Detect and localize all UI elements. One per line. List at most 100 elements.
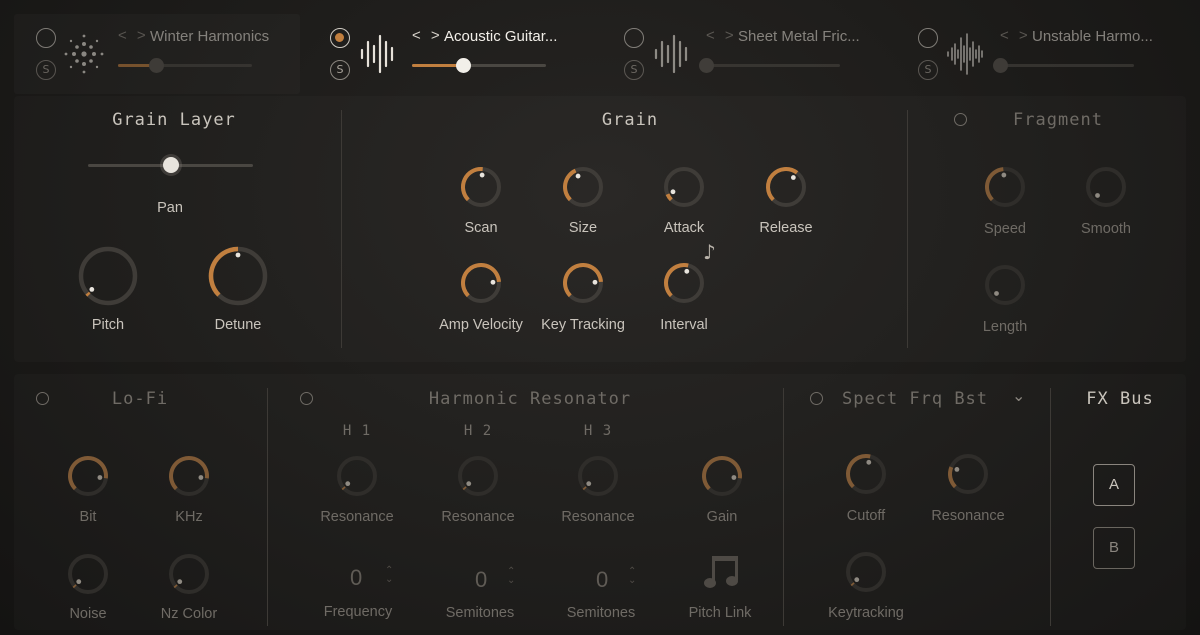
- preset-nav-arrows[interactable]: < >: [412, 27, 443, 44]
- h3-resonance-knob[interactable]: [572, 450, 624, 507]
- slider-thumb[interactable]: [455, 58, 471, 73]
- h3-header: H 3: [583, 423, 613, 439]
- gain-knob[interactable]: [696, 450, 748, 507]
- frequency-stepper[interactable]: ⌃ ⌄: [385, 566, 393, 585]
- music-note-icon[interactable]: ♪: [703, 240, 716, 264]
- length-knob[interactable]: [979, 259, 1031, 316]
- h2-resonance-knob[interactable]: [452, 450, 504, 507]
- speed-knob[interactable]: [979, 161, 1031, 218]
- knob-indicator: [994, 291, 999, 296]
- bit-knob[interactable]: [62, 450, 114, 507]
- fragment-power-toggle[interactable]: [954, 113, 967, 126]
- h1-resonance-label: Resonance: [320, 509, 394, 525]
- key-tracking-knob[interactable]: [557, 257, 609, 314]
- h3-semitones-stepper[interactable]: ⌃ ⌄: [628, 567, 636, 586]
- knob-indicator: [89, 286, 95, 292]
- knob-value-arc: [702, 456, 742, 491]
- knob-value-arc: [208, 246, 239, 297]
- amp-velocity-knob[interactable]: [455, 257, 507, 314]
- snowflake-dots-icon: [64, 34, 104, 74]
- h1-resonance-knob[interactable]: [331, 450, 383, 507]
- knob-value-arc: [563, 168, 577, 202]
- frequency-value[interactable]: 0: [350, 565, 362, 591]
- level-slider[interactable]: [412, 58, 546, 73]
- preset-nav-arrows[interactable]: < >: [118, 27, 149, 44]
- layer-slot-2[interactable]: S < > Acoustic Guitar...: [308, 14, 594, 94]
- layer-slot-4[interactable]: S < > Unstable Harmo...: [896, 14, 1182, 94]
- solo-button[interactable]: S: [36, 60, 56, 80]
- knob-track: [337, 456, 377, 496]
- knob-track: [948, 454, 988, 494]
- knob-track: [664, 167, 704, 207]
- attack-knob[interactable]: [658, 161, 710, 218]
- power-toggle[interactable]: [36, 28, 56, 48]
- solo-button[interactable]: S: [624, 60, 644, 80]
- solo-button[interactable]: S: [330, 60, 350, 80]
- knob-value-arc: [582, 486, 587, 491]
- knob-indicator: [586, 481, 592, 487]
- grain-layer-title: Grain Layer: [112, 110, 236, 130]
- knob-indicator: [479, 172, 485, 178]
- grain-title: Grain: [601, 110, 659, 130]
- resonator-power-toggle[interactable]: [300, 392, 313, 405]
- preset-nav-arrows[interactable]: < >: [706, 27, 737, 44]
- knob-indicator: [235, 252, 241, 258]
- scan-knob[interactable]: [455, 161, 507, 218]
- keytracking-knob[interactable]: [840, 546, 892, 603]
- noisy-waveform-icon: [947, 33, 983, 75]
- lofi-title: Lo-Fi: [111, 389, 169, 409]
- release-knob[interactable]: [760, 161, 812, 218]
- knob-value-arc: [461, 167, 483, 202]
- cutoff-knob[interactable]: [840, 448, 892, 505]
- pan-slider[interactable]: [88, 157, 253, 173]
- knob-indicator: [1001, 172, 1007, 178]
- level-slider[interactable]: [118, 58, 252, 73]
- power-toggle[interactable]: [624, 28, 644, 48]
- h2-semitones-label: Semitones: [445, 605, 515, 621]
- pitch-link-icon[interactable]: [702, 552, 742, 592]
- h2-semitones-value[interactable]: 0: [475, 567, 487, 593]
- spect-power-toggle[interactable]: [810, 392, 823, 405]
- layer-slot-3[interactable]: S < > Sheet Metal Fric...: [602, 14, 888, 94]
- knob-indicator: [684, 268, 690, 274]
- khz-knob[interactable]: [163, 450, 215, 507]
- khz-label: KHz: [175, 509, 203, 525]
- h2-semitones-stepper[interactable]: ⌃ ⌄: [507, 567, 515, 586]
- level-slider[interactable]: [993, 58, 1134, 73]
- layer-slot-1[interactable]: S < > Winter Harmonics: [14, 14, 300, 94]
- nz-color-knob[interactable]: [163, 548, 215, 605]
- knob-indicator: [97, 475, 103, 480]
- knob-indicator: [198, 475, 204, 480]
- solo-button[interactable]: S: [918, 60, 938, 80]
- preset-nav-arrows[interactable]: < >: [1000, 27, 1031, 44]
- knob-indicator: [490, 279, 496, 285]
- slider-thumb[interactable]: [699, 58, 714, 73]
- noise-knob[interactable]: [62, 548, 114, 605]
- knob-track: [458, 456, 498, 496]
- pan-slider-thumb[interactable]: [163, 157, 179, 173]
- slider-thumb[interactable]: [148, 58, 164, 73]
- knob-indicator: [866, 459, 872, 465]
- h3-resonance-label: Resonance: [561, 509, 635, 525]
- pitch-knob[interactable]: [73, 241, 143, 316]
- detune-knob[interactable]: [203, 241, 273, 316]
- interval-knob[interactable]: [658, 257, 710, 314]
- power-toggle[interactable]: [330, 28, 350, 48]
- fx-bus-title: FX Bus: [1086, 389, 1154, 409]
- h3-semitones-value[interactable]: 0: [596, 567, 608, 593]
- spect-resonance-knob[interactable]: [942, 448, 994, 505]
- level-slider[interactable]: [699, 58, 840, 73]
- knob-indicator: [670, 189, 676, 195]
- knob-value-arc: [948, 466, 957, 489]
- smooth-knob[interactable]: [1080, 161, 1132, 218]
- chevron-down-icon[interactable]: ⌄: [1012, 386, 1025, 405]
- knob-value-arc: [850, 582, 855, 587]
- power-toggle[interactable]: [918, 28, 938, 48]
- knob-indicator: [575, 173, 581, 179]
- size-knob[interactable]: [557, 161, 609, 218]
- lofi-power-toggle[interactable]: [36, 392, 49, 405]
- slider-thumb[interactable]: [993, 58, 1008, 73]
- fragment-title: Fragment: [1013, 110, 1103, 130]
- fx-bus-a-button[interactable]: A: [1093, 464, 1135, 506]
- fx-bus-b-button[interactable]: B: [1093, 527, 1135, 569]
